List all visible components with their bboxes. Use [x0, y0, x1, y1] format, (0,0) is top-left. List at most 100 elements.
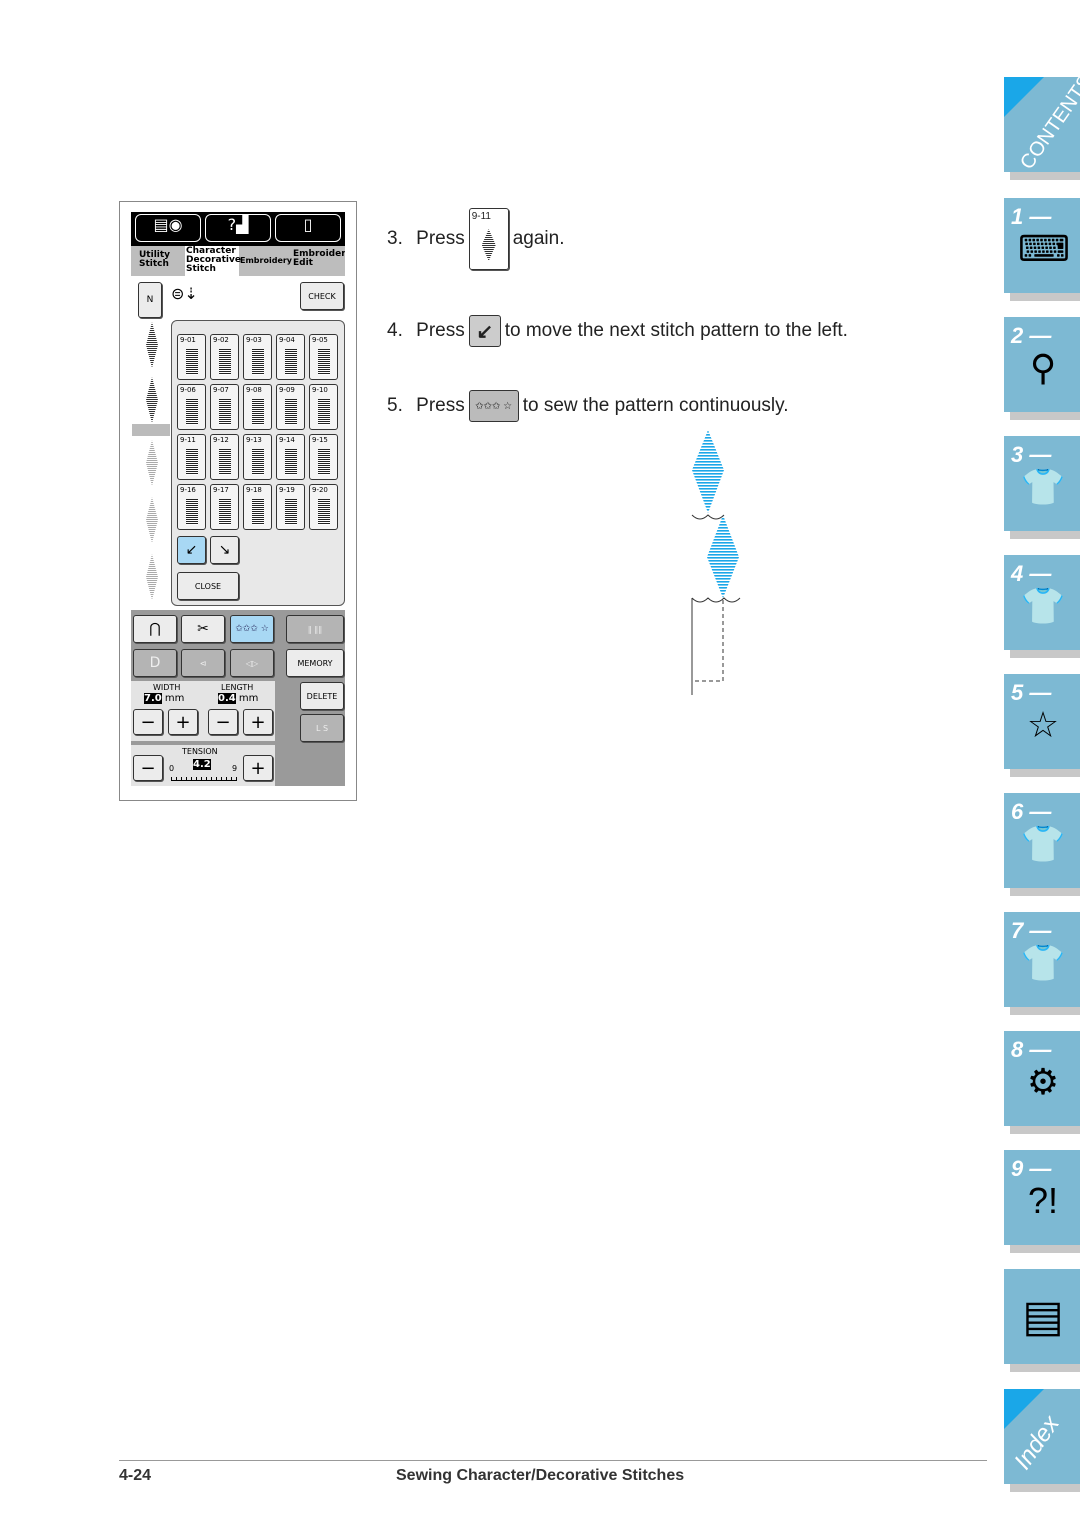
- length-plus-button[interactable]: +: [243, 709, 273, 735]
- move-right-arrow-button[interactable]: ↘: [210, 536, 239, 564]
- stitch-9-08-button[interactable]: 9-08: [243, 384, 272, 430]
- stitch-9-20-button[interactable]: 9-20: [309, 484, 338, 530]
- stitch-9-06-button[interactable]: 9-06: [177, 384, 206, 430]
- step-press: Press: [416, 320, 465, 341]
- tab-chapter-3[interactable]: 3 — 👕: [1004, 436, 1080, 539]
- length-minus-button[interactable]: −: [208, 709, 238, 735]
- stitch-9-16-button[interactable]: 9-16: [177, 484, 206, 530]
- tab-contents[interactable]: CONTENTS: [1004, 71, 1080, 180]
- width-label: WIDTH: [153, 683, 181, 692]
- tab-pages[interactable]: ▤: [1004, 1269, 1080, 1372]
- stitch-9-09-button[interactable]: 9-09: [276, 384, 305, 430]
- memory-button[interactable]: MEMORY: [286, 649, 344, 677]
- stitch-9-18-button[interactable]: 9-18: [243, 484, 272, 530]
- tension-min: 0: [169, 764, 175, 773]
- chapter-number: 5 —: [1011, 680, 1052, 705]
- chapter-number: 8 —: [1011, 1037, 1052, 1062]
- stitch-9-13-button[interactable]: 9-13: [243, 434, 272, 480]
- chapter-3-icon: 👕: [1020, 466, 1066, 507]
- stitch-9-03-button[interactable]: 9-03: [243, 334, 272, 380]
- stitch-9-01-button[interactable]: 9-01: [177, 334, 206, 380]
- ls-button[interactable]: L S: [300, 714, 344, 742]
- stitch-pattern-icon: [252, 449, 264, 475]
- chapter-number: 1 —: [1011, 204, 1052, 229]
- stitch-number: 9-09: [279, 386, 295, 394]
- utility-icon[interactable]: ▤◉: [135, 214, 201, 242]
- tab-chapter-7[interactable]: 7 — 👕: [1004, 912, 1080, 1015]
- step-number: 5.: [387, 395, 403, 416]
- tension-max: 9: [232, 764, 238, 773]
- tension-value: 4.2: [193, 759, 211, 770]
- chapter-7-icon: 👕: [1020, 942, 1066, 983]
- stitch-9-11-button[interactable]: 9-11: [177, 434, 206, 480]
- width-plus-button[interactable]: +: [168, 709, 198, 735]
- tab-index[interactable]: Index: [1004, 1389, 1080, 1492]
- continuous-sewing-button[interactable]: ✩✩✩ ☆: [230, 615, 274, 643]
- move-left-arrow-icon: ↙: [468, 315, 501, 347]
- tab-chapter-4[interactable]: 4 — 👕: [1004, 555, 1080, 658]
- elongation-button[interactable]: D: [133, 649, 177, 677]
- step-4: 4. Press ↙ to move the next stitch patte…: [387, 314, 848, 348]
- continuous-stars-icon: ✩✩✩ ☆: [468, 390, 519, 422]
- width-minus-button[interactable]: −: [133, 709, 163, 735]
- close-button[interactable]: CLOSE: [177, 572, 239, 600]
- tab-chapter-8[interactable]: 8 — ⚙: [1004, 1031, 1080, 1134]
- scissors-button[interactable]: ✂: [181, 615, 225, 643]
- stitch-pattern-icon: [318, 449, 330, 475]
- stitch-9-14-button[interactable]: 9-14: [276, 434, 305, 480]
- reverse-stitch-button[interactable]: ⋂: [133, 615, 177, 643]
- stitch-number: 9-03: [246, 336, 262, 344]
- document-icon[interactable]: ▯: [275, 214, 341, 242]
- tab-embroidery-edit[interactable]: Embroidery Edit: [293, 250, 345, 268]
- stitch-pattern-icon: [285, 399, 297, 425]
- mirror-vertical-button[interactable]: ◁▷: [230, 649, 274, 677]
- move-left-arrow-button[interactable]: ↙: [177, 536, 206, 564]
- help-machine-icon[interactable]: ?▟: [205, 214, 271, 242]
- stitch-9-10-button[interactable]: 9-10: [309, 384, 338, 430]
- step-5: 5. Press ✩✩✩ ☆ to sew the pattern contin…: [387, 389, 789, 423]
- check-button[interactable]: CHECK: [300, 282, 344, 310]
- step-text: again.: [512, 228, 565, 249]
- stitch-number: 9-18: [246, 486, 262, 494]
- page-number: 4-24: [119, 1467, 152, 1484]
- stitch-9-12-button[interactable]: 9-12: [210, 434, 239, 480]
- key-label: 9-11: [471, 211, 491, 222]
- chapter-number: 4 —: [1011, 561, 1052, 586]
- step-text: to move the next stitch pattern to the l…: [504, 320, 848, 341]
- memory-label: MEMORY: [297, 658, 333, 668]
- tab-chapter-5[interactable]: 5 — ☆: [1004, 674, 1080, 777]
- step-press: Press: [416, 395, 465, 416]
- stitch-9-07-button[interactable]: 9-07: [210, 384, 239, 430]
- tab-chapter-9[interactable]: 9 —?!: [1004, 1150, 1080, 1253]
- chapter-5-icon: ☆: [1026, 704, 1060, 745]
- tab-utility-stitch[interactable]: Utility Stitch: [139, 251, 184, 269]
- stitch-9-19-button[interactable]: 9-19: [276, 484, 305, 530]
- stitch-pattern-icon: [186, 349, 198, 375]
- tension-plus-button[interactable]: +: [243, 755, 273, 781]
- stitch-9-17-button[interactable]: 9-17: [210, 484, 239, 530]
- chapter-1-icon: ⌨: [1018, 228, 1070, 269]
- stitch-number: 9-15: [312, 436, 328, 444]
- chapter-4-icon: 👕: [1020, 585, 1066, 626]
- stitch-pattern-icon: [285, 349, 297, 375]
- stitch-9-15-button[interactable]: 9-15: [309, 434, 338, 480]
- stitch-9-04-button[interactable]: 9-04: [276, 334, 305, 380]
- stitch-9-05-button[interactable]: 9-05: [309, 334, 338, 380]
- stitch-pattern-icon: [219, 399, 231, 425]
- tab-chapter-2[interactable]: 2 — ⚲: [1004, 317, 1080, 420]
- stitch-pattern-icon: [219, 449, 231, 475]
- stitch-number: 9-01: [180, 336, 196, 344]
- tension-minus-button[interactable]: −: [133, 755, 163, 781]
- stitch-9-02-button[interactable]: 9-02: [210, 334, 239, 380]
- delete-button[interactable]: DELETE: [300, 682, 344, 710]
- step-3: 3. Press 9-11 again.: [387, 207, 565, 271]
- stitch-number: 9-04: [279, 336, 295, 344]
- tab-character-decorative-stitch[interactable]: Character Decorative Stitch: [185, 246, 241, 276]
- tab-chapter-1[interactable]: 1 — ⌨: [1004, 198, 1080, 301]
- stitch-result-diagram: [691, 430, 741, 695]
- mirror-horizontal-button[interactable]: ⊲: [181, 649, 225, 677]
- tab-chapter-6[interactable]: 6 — 👕: [1004, 793, 1080, 896]
- twin-needle-button[interactable]: ∥ ∥∥: [286, 615, 344, 643]
- tab-embroidery[interactable]: Embroidery: [240, 256, 292, 265]
- step-number: 4.: [387, 320, 403, 341]
